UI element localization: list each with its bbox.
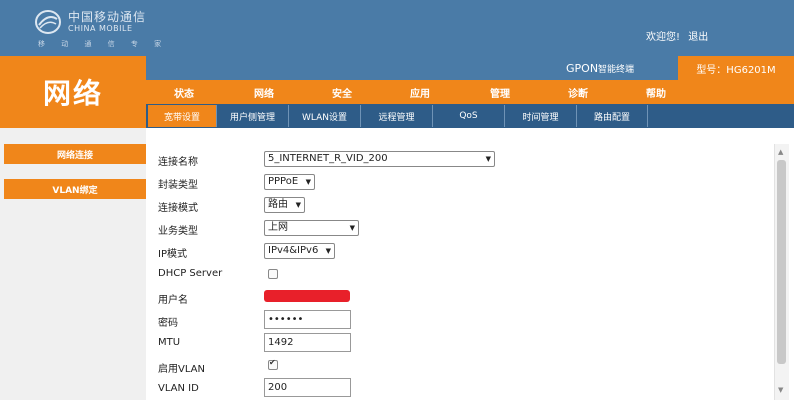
tab-time-management[interactable]: 时间管理 [505,105,577,127]
service-type-select[interactable]: 上网 ▼ [264,220,359,236]
logout-link[interactable]: 退出 [688,32,708,43]
sidebar: 网络连接 VLAN绑定 [0,144,146,400]
logo-slogan: 移 动 通 信 专 家 [38,40,169,48]
welcome-text: 欢迎您! [646,32,681,43]
nav-item-help[interactable]: 帮助 [628,80,684,104]
connection-name-value: 5_INTERNET_R_VID_200 [268,153,388,164]
chevron-down-icon: ▼ [305,178,311,186]
encap-type-select[interactable]: PPPoE ▼ [264,174,315,190]
password-field[interactable]: •••••• [264,310,351,329]
ip-mode-value: IPv4&IPv6 [268,245,319,256]
connection-mode-value: 路由 [268,199,288,210]
nav-item-security[interactable]: 安全 [314,80,370,104]
china-mobile-logo-icon [35,10,61,34]
chevron-down-icon: ▼ [349,224,355,232]
username-redacted [264,290,350,302]
sub-nav: 宽带设置 用户侧管理 WLAN设置 远程管理 QoS 时间管理 路由配置 [146,104,794,128]
nav-item-status[interactable]: 状态 [156,80,212,104]
chevron-down-icon: ▼ [325,247,331,255]
scroll-thumb[interactable] [777,160,786,364]
connection-name-select[interactable]: 5_INTERNET_R_VID_200 ▼ [264,151,495,167]
mtu-field[interactable]: 1492 [264,333,351,352]
vlan-enable-label: 启用VLAN [158,364,205,375]
connection-form: 连接名称 5_INTERNET_R_VID_200 ▼ 封装类型 PPPoE ▼… [146,144,774,400]
encap-type-label: 封装类型 [158,180,198,191]
ip-mode-label: IP模式 [158,249,187,260]
nav-item-application[interactable]: 应用 [392,80,448,104]
sub-nav-filler [648,105,794,127]
welcome-area: 欢迎您! 退出 [646,28,708,43]
service-type-value: 上网 [268,222,288,233]
nav-item-network[interactable]: 网络 [236,80,292,104]
china-mobile-logo[interactable]: 中国移动通信 CHINA MOBILE 移 动 通 信 专 家 [34,8,174,52]
scroll-down-arrow-icon[interactable]: ▼ [778,386,783,394]
dhcp-server-checkbox[interactable] [268,269,278,279]
scroll-up-arrow-icon[interactable]: ▲ [778,148,783,156]
mtu-label: MTU [158,337,181,348]
vlan-id-field[interactable]: 200 [264,378,351,397]
connection-mode-select[interactable]: 路由 ▼ [264,197,305,213]
tab-broadband-settings[interactable]: 宽带设置 [148,105,217,127]
tab-route-config[interactable]: 路由配置 [577,105,648,127]
tab-wlan-settings[interactable]: WLAN设置 [289,105,361,127]
nav-item-diagnostics[interactable]: 诊断 [550,80,606,104]
section-spacer [0,128,146,144]
model-bar: GPON智能终端 型号：HG6201M [146,56,794,80]
chevron-down-icon: ▼ [295,201,301,209]
model-label: 型号：HG6201M [678,56,794,80]
chevron-down-icon: ▼ [485,155,491,163]
vertical-scrollbar[interactable]: ▲ ▼ [774,144,789,400]
header-bar: 中国移动通信 CHINA MOBILE 移 动 通 信 专 家 欢迎您! 退出 [0,0,794,56]
ip-mode-select[interactable]: IPv4&IPv6 ▼ [264,243,335,259]
sidebar-item-vlan-binding[interactable]: VLAN绑定 [4,179,146,199]
sidebar-item-network-connection[interactable]: 网络连接 [4,144,146,164]
tab-user-side-management[interactable]: 用户侧管理 [217,105,289,127]
username-label: 用户名 [158,295,188,306]
connection-mode-label: 连接模式 [158,203,198,214]
content-spacer [146,128,794,144]
product-name: GPON智能终端 [566,62,634,75]
password-label: 密码 [158,318,178,329]
connection-name-label: 连接名称 [158,157,198,168]
service-type-label: 业务类型 [158,226,198,237]
section-title: 网络 [0,56,146,128]
product-prefix: GPON [566,62,599,75]
logo-text-en: CHINA MOBILE [68,24,133,33]
tab-qos[interactable]: QoS [433,105,505,127]
tab-remote-management[interactable]: 远程管理 [361,105,433,127]
product-suffix: 智能终端 [598,65,635,75]
dhcp-server-label: DHCP Server [158,268,223,279]
logo-text-cn: 中国移动通信 [68,10,147,24]
vlan-id-label: VLAN ID [158,383,199,394]
vlan-enable-checkbox[interactable] [268,358,278,370]
nav-item-management[interactable]: 管理 [472,80,528,104]
main-nav: 状态 网络 安全 应用 管理 诊断 帮助 [146,80,794,104]
encap-type-value: PPPoE [268,176,299,187]
